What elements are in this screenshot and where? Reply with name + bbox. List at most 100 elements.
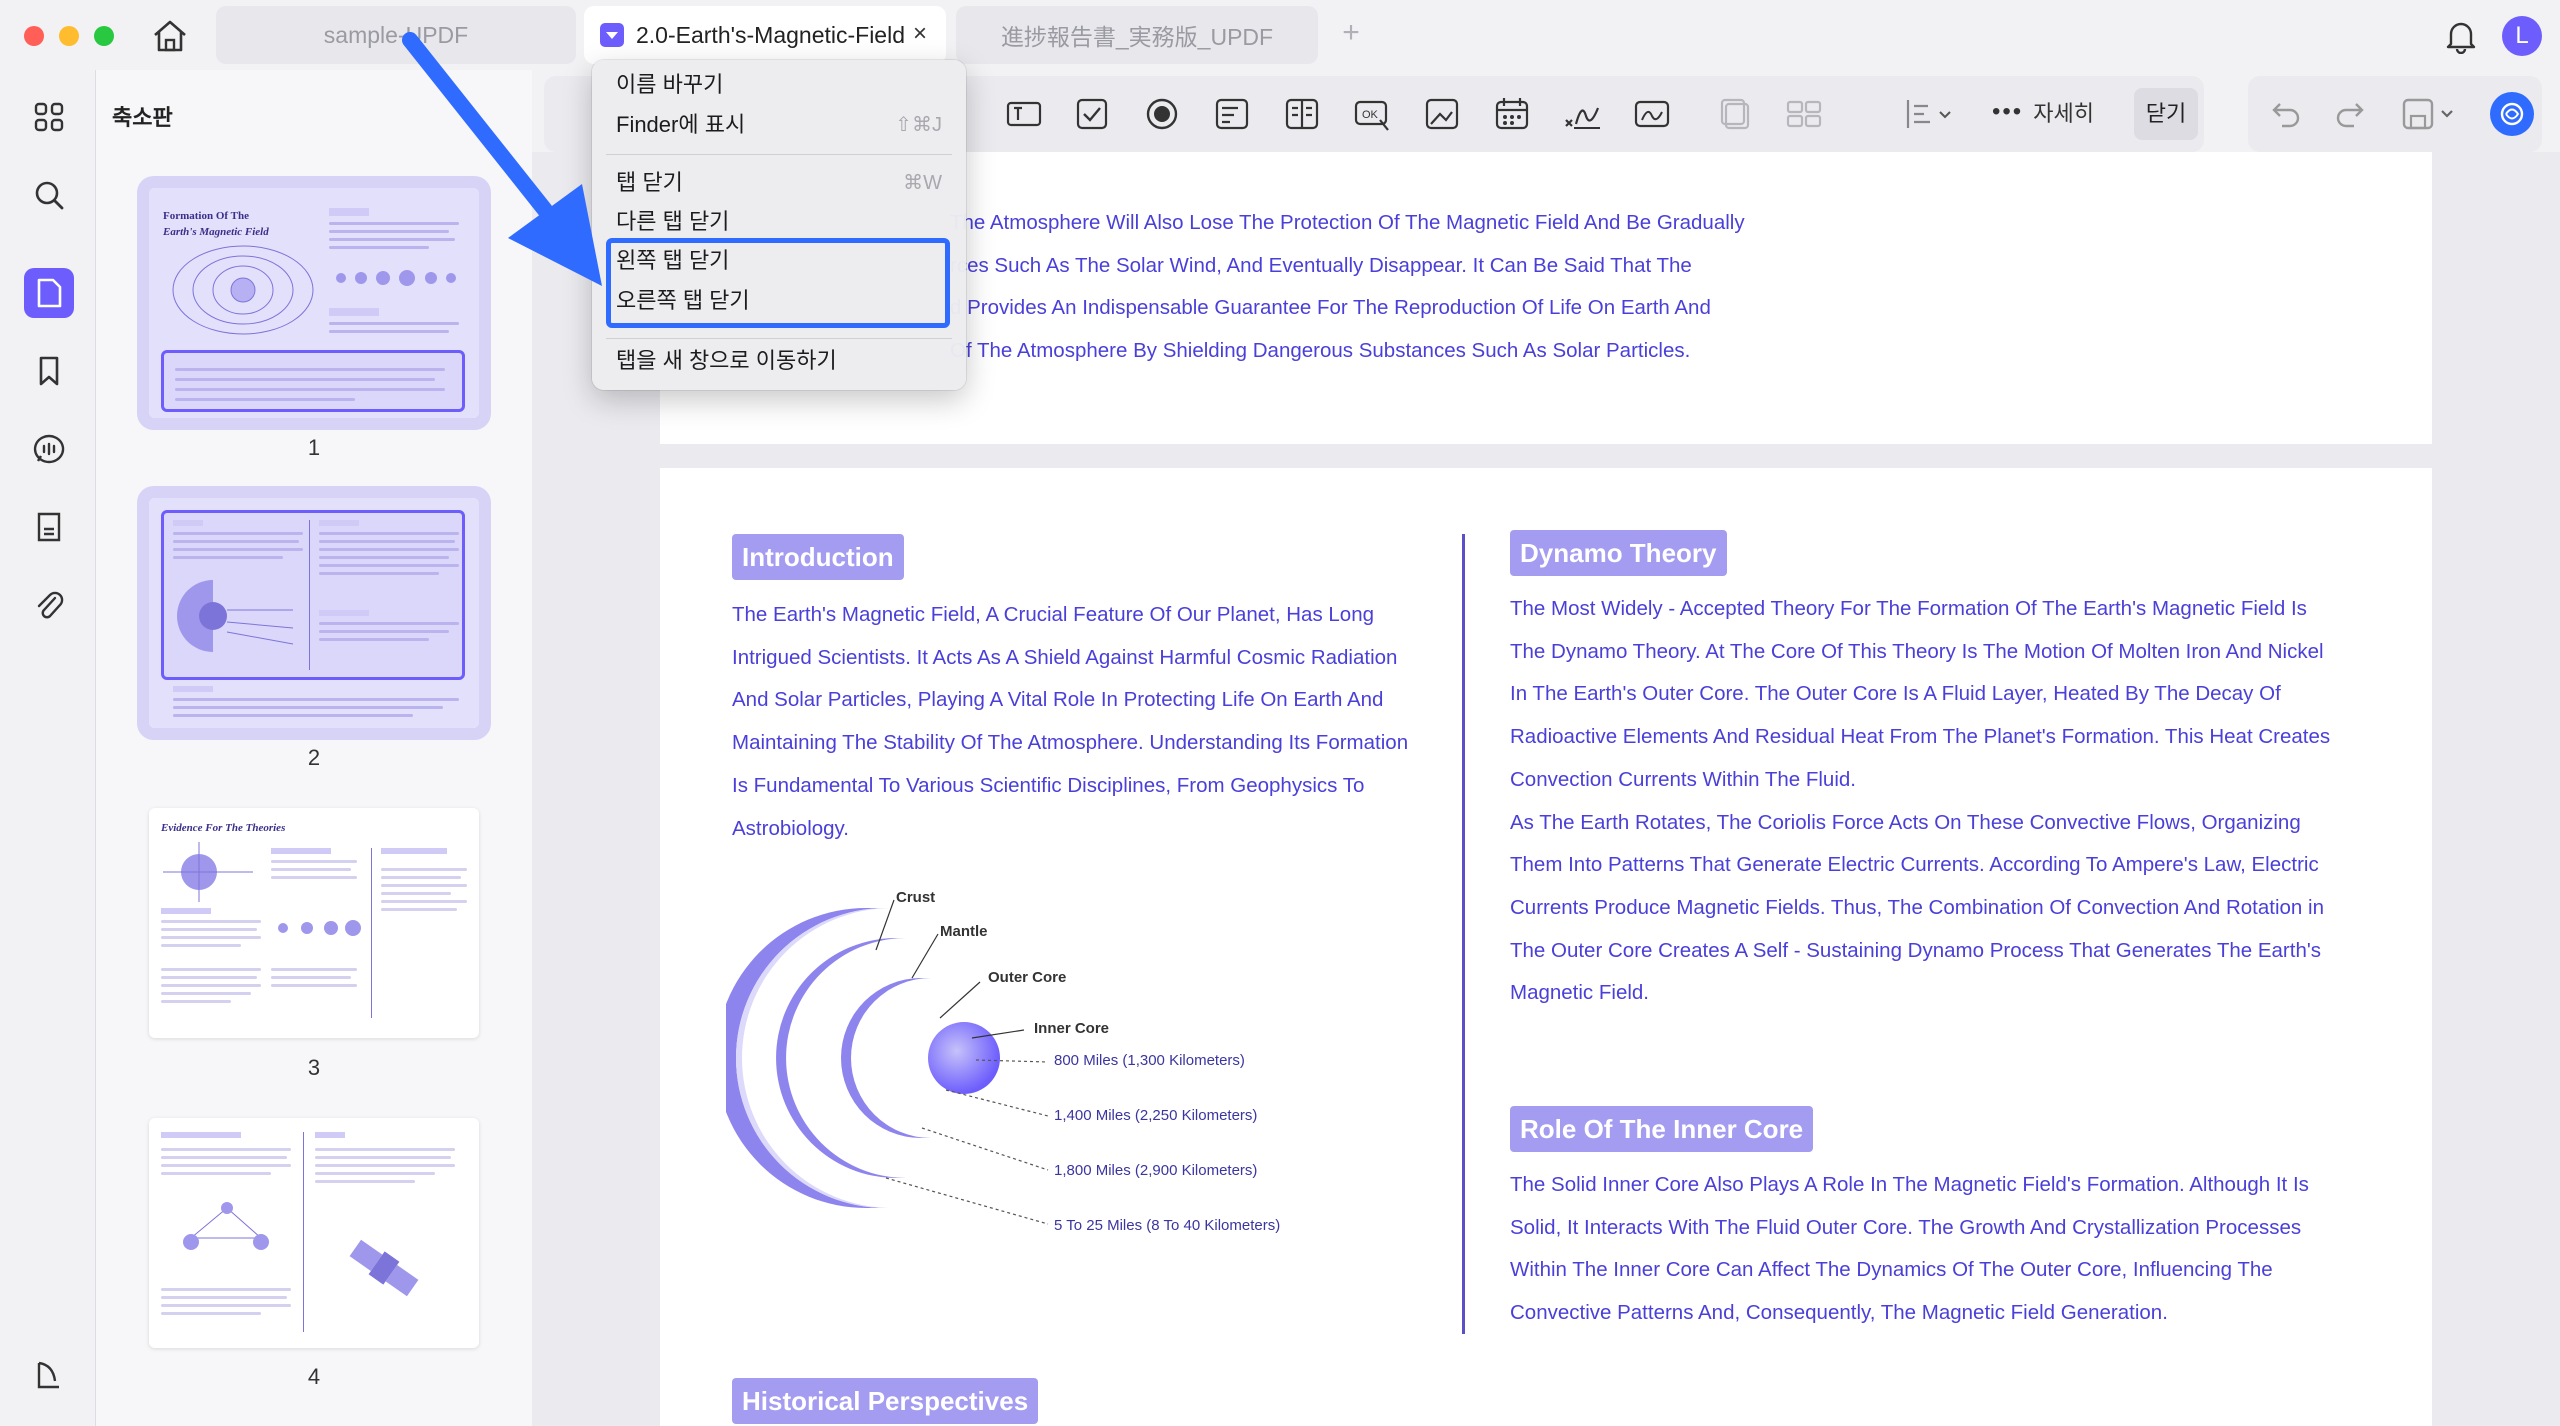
undo-icon[interactable] <box>2268 96 2304 132</box>
thumbnail-number: 3 <box>307 1055 321 1080</box>
form-icon[interactable] <box>24 502 74 552</box>
text-line: The Earth's Magnetic Field, A Crucial Fe… <box>732 603 1374 626</box>
updf-logo-icon[interactable] <box>24 1350 74 1400</box>
measure-label: 5 To 25 Miles (8 To 40 Kilometers) <box>1054 1217 1281 1234</box>
button-field-icon[interactable]: OK <box>1352 94 1392 134</box>
text-line: In The Earth's Outer Core. The Outer Cor… <box>1510 682 2281 706</box>
thumbnail-page-1[interactable]: Formation Of The Earth's Magnetic Field <box>149 188 479 418</box>
checkbox-icon[interactable] <box>1072 94 1112 134</box>
introduction-text: The Earth's Magnetic Field, A Crucial Fe… <box>732 594 1408 850</box>
close-tab-icon[interactable]: × <box>908 22 932 46</box>
date-field-icon[interactable] <box>1492 94 1532 134</box>
thumbnail-page-2[interactable] <box>149 498 479 728</box>
tab-earth-magnetic-field[interactable]: 2.0-Earth's-Magnetic-Field × <box>584 6 946 64</box>
menu-separator <box>606 338 952 339</box>
more-button[interactable]: ••• 자세히 <box>1992 96 2094 128</box>
text-line: rces Such As The Solar Wind, And Eventua… <box>950 253 1692 277</box>
thumbnail-number: 1 <box>307 435 321 460</box>
menu-move-tab-new-window[interactable]: 탭을 새 창으로 이동하기 <box>616 342 837 380</box>
menu-close-other-tabs[interactable]: 다른 탭 닫기 <box>616 203 729 241</box>
text-line: Magnetic Field. <box>1510 981 1650 1005</box>
page-top-text: The Atmosphere Will Also Lose The Protec… <box>950 202 1745 373</box>
text-line: Of The Atmosphere By Shielding Dangerous… <box>950 339 1691 363</box>
tab-dropdown-icon[interactable] <box>600 23 624 47</box>
comment-icon[interactable] <box>24 424 74 474</box>
page-2: Introduction The Earth's Magnetic Field,… <box>660 468 2432 1426</box>
column-divider <box>1462 534 1465 1334</box>
mantle-label: Mantle <box>940 923 988 940</box>
text-line: Currents Produce Magnetic Fields. Thus, … <box>1510 895 2324 919</box>
crust-label: Crust <box>896 889 936 906</box>
thumbnail-page-icon[interactable] <box>24 268 74 318</box>
list-box-icon[interactable] <box>1282 94 1322 134</box>
signature-icon[interactable] <box>1562 94 1602 134</box>
grid-fields-icon[interactable] <box>1784 94 1824 134</box>
text-line: Within The Inner Core Can Affect The Dyn… <box>1510 1258 2273 1282</box>
tab-sample-updf[interactable]: sample-UPDF <box>216 6 576 64</box>
historical-heading: Historical Perspectives <box>732 1378 1039 1424</box>
text-line: Convective Patterns And, Consequently, T… <box>1510 1301 2168 1325</box>
attachment-icon[interactable] <box>24 580 74 630</box>
search-icon[interactable] <box>24 170 74 220</box>
text-line: The Outer Core Creates A Self - Sustaini… <box>1510 938 2322 962</box>
text-line: Solid, It Interacts With The Fluid Outer… <box>1510 1215 2302 1239</box>
dropdown-field-icon[interactable] <box>1212 94 1252 134</box>
inner-core-text: The Solid Inner Core Also Plays A Role I… <box>1510 1164 2309 1335</box>
menu-rename[interactable]: 이름 바꾸기 <box>616 66 723 104</box>
close-window-button[interactable] <box>24 26 44 46</box>
shortcut-close-tab: ⌘W <box>903 172 942 194</box>
bookmark-icon[interactable] <box>24 346 74 396</box>
apps-grid-icon[interactable] <box>24 92 74 142</box>
panel-title: 축소판 <box>112 105 173 130</box>
text-line: The Most Widely - Accepted Theory For Th… <box>1510 597 2307 620</box>
introduction-heading: Introduction <box>732 534 904 580</box>
text-line: d Provides An Indispensable Guarantee Fo… <box>950 296 1711 320</box>
digital-signature-icon[interactable] <box>1632 94 1672 134</box>
tab-label: sample-UPDF <box>323 21 469 48</box>
text-line: Is Fundamental To Various Scientific Dis… <box>732 773 1365 797</box>
close-toolbar-button[interactable]: 닫기 <box>2134 88 2198 140</box>
menu-close-tab[interactable]: 탭 닫기 <box>616 164 683 202</box>
copy-fields-icon[interactable] <box>1716 94 1756 134</box>
tab-progress-report[interactable]: 進捗報告書_実務版_UPDF <box>956 6 1318 64</box>
align-dropdown-icon[interactable] <box>1900 94 1958 134</box>
image-field-icon[interactable] <box>1422 94 1462 134</box>
radio-button-icon[interactable] <box>1142 94 1182 134</box>
highlight-box <box>606 238 950 328</box>
new-tab-icon[interactable]: + <box>1336 18 1366 48</box>
thumbnail-title: Evidence For The Theories <box>161 822 286 834</box>
inner-core-heading: Role Of The Inner Core <box>1510 1106 1814 1152</box>
thumbnail-page-3[interactable]: Evidence For The Theories <box>149 808 479 1038</box>
text-line: The Dynamo Theory. At The Core Of This T… <box>1510 639 2324 663</box>
history-toolbar <box>2248 76 2542 152</box>
outer-core-label: Outer Core <box>988 969 1067 986</box>
svg-text:OK: OK <box>1362 109 1379 121</box>
text-line: Convection Currents Within The Fluid. <box>1510 767 1856 791</box>
measure-label: 1,800 Miles (2,900 Kilometers) <box>1054 1162 1258 1179</box>
thumbnail-title: Formation Of The <box>163 210 249 222</box>
tab-label: 進捗報告書_実務版_UPDF <box>1000 24 1274 50</box>
text-line: Radioactive Elements And Residual Heat F… <box>1510 725 2331 749</box>
redo-icon[interactable] <box>2332 96 2368 132</box>
text-line: As The Earth Rotates, The Coriolis Force… <box>1510 810 2301 834</box>
menu-show-in-finder[interactable]: Finder에 표시 <box>616 106 745 144</box>
text-field-icon[interactable] <box>1004 94 1044 134</box>
tab-context-menu: 이름 바꾸기 Finder에 표시 ⇧⌘J 탭 닫기 ⌘W 다른 탭 닫기 왼쪽… <box>592 60 966 390</box>
more-dots-icon: ••• <box>1992 98 2024 125</box>
save-dropdown-icon[interactable] <box>2400 96 2460 132</box>
dynamo-heading: Dynamo Theory <box>1510 530 1727 576</box>
minimize-window-button[interactable] <box>59 26 79 46</box>
tab-label: 2.0-Earth's-Magnetic-Field <box>636 21 905 48</box>
text-line: The Atmosphere Will Also Lose The Protec… <box>950 211 1745 234</box>
text-line: Maintaining The Stability Of The Atmosph… <box>732 731 1409 755</box>
menu-separator <box>606 154 952 155</box>
avatar[interactable]: L <box>2502 16 2542 56</box>
home-icon[interactable] <box>150 18 190 54</box>
measure-label: 800 Miles (1,300 Kilometers) <box>1054 1052 1245 1069</box>
thumbnail-number: 2 <box>307 745 321 770</box>
more-label: 자세히 <box>2033 101 2094 126</box>
bell-icon[interactable] <box>2444 18 2478 54</box>
thumbnail-page-4[interactable] <box>149 1118 479 1348</box>
ai-assistant-icon[interactable] <box>2490 92 2534 136</box>
zoom-window-button[interactable] <box>94 26 114 46</box>
